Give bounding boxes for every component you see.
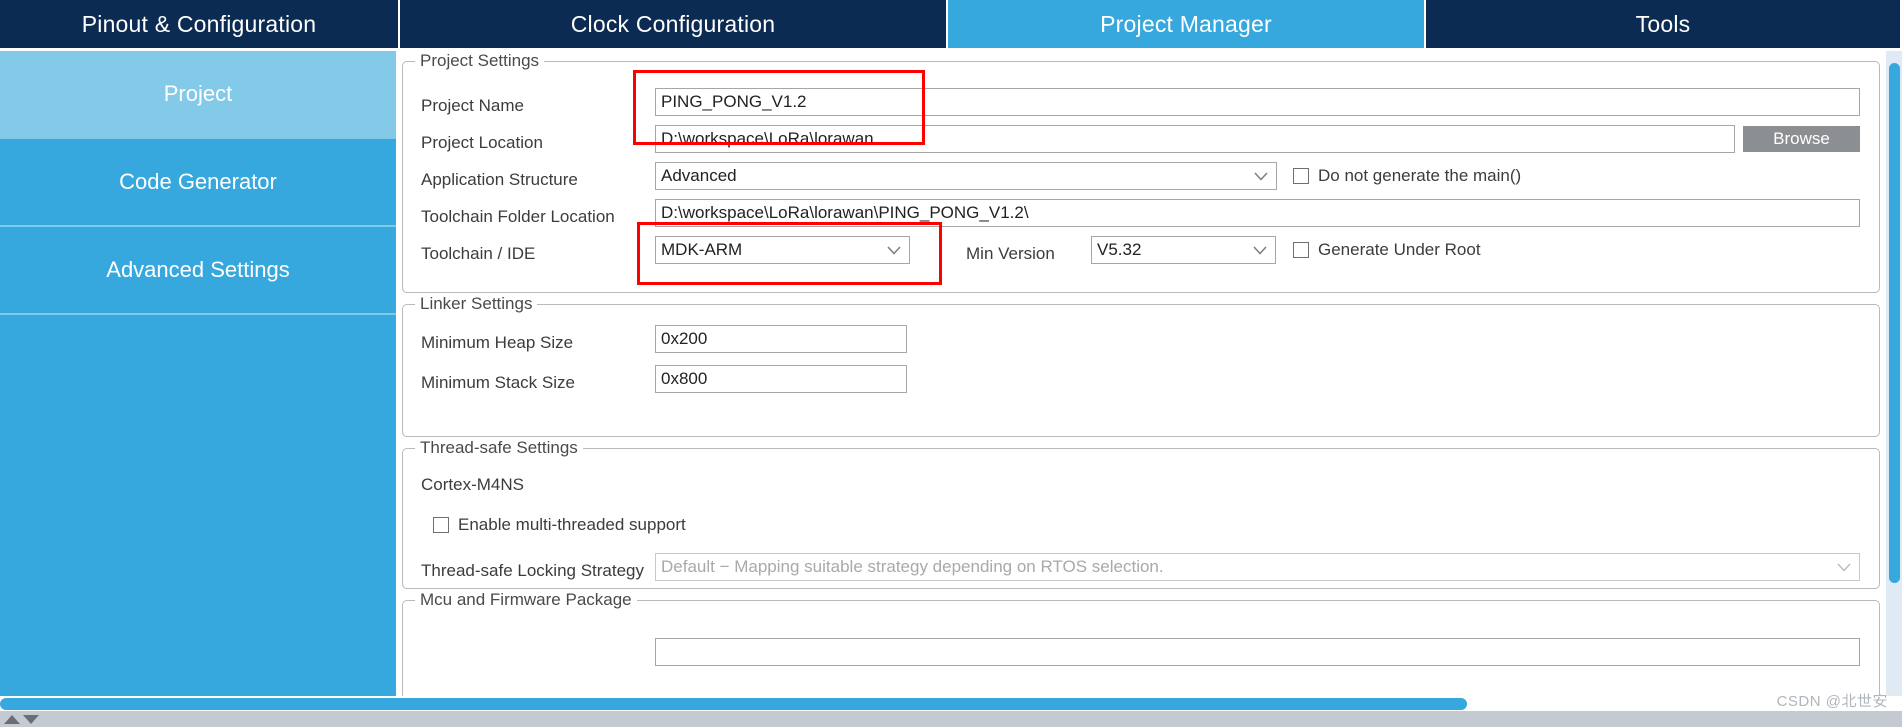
minimum-heap-size-input[interactable]: 0x200: [655, 325, 907, 353]
sidebar-item-project[interactable]: Project: [0, 51, 396, 139]
enable-multithreaded-support-checkbox[interactable]: [433, 517, 449, 533]
browse-button[interactable]: Browse: [1743, 126, 1860, 152]
group-mcu-firmware-package-title: Mcu and Firmware Package: [415, 590, 637, 610]
minimum-heap-size-value: 0x200: [661, 329, 708, 348]
group-thread-safe-settings: Thread-safe Settings Cortex-M4NS Enable …: [402, 438, 1880, 589]
project-location-input[interactable]: D:\workspace\LoRa\lorawan: [655, 125, 1735, 153]
toolchain-ide-select[interactable]: MDK-ARM: [655, 236, 910, 264]
thread-safe-locking-strategy-value: Default − Mapping suitable strategy depe…: [661, 557, 1164, 576]
group-linker-settings-title: Linker Settings: [415, 294, 538, 314]
vertical-scrollbar-thumb[interactable]: [1889, 63, 1900, 583]
mcu-reference-input[interactable]: [655, 638, 1860, 666]
tab-tools-label: Tools: [1635, 10, 1691, 37]
sidebar-item-code-generator[interactable]: Code Generator: [0, 139, 396, 227]
group-project-settings: Project Settings Project Name PING_PONG_…: [402, 51, 1880, 293]
enable-multithreaded-support-label: Enable multi-threaded support: [458, 515, 686, 534]
watermark-text: CSDN @北世安: [1776, 693, 1888, 710]
vertical-scrollbar-track[interactable]: [1886, 51, 1902, 703]
group-thread-safe-settings-title: Thread-safe Settings: [415, 438, 583, 458]
chevron-down-icon: [1837, 554, 1851, 580]
generate-under-root-checkbox-row[interactable]: Generate Under Root: [1293, 240, 1481, 260]
sidebar-item-project-label: Project: [163, 81, 233, 106]
project-location-value: D:\workspace\LoRa\lorawan: [661, 129, 874, 148]
generate-under-root-checkbox[interactable]: [1293, 242, 1309, 258]
chevron-down-icon: [887, 237, 901, 263]
minimum-stack-size-input[interactable]: 0x800: [655, 365, 907, 393]
minimum-stack-size-label: Minimum Stack Size: [421, 373, 575, 392]
min-version-value: V5.32: [1097, 240, 1142, 259]
do-not-generate-main-label: Do not generate the main(): [1318, 166, 1522, 185]
horizontal-scrollbar-thumb[interactable]: [0, 698, 1467, 710]
horizontal-scrollbar-track[interactable]: [0, 696, 1902, 711]
group-project-settings-title: Project Settings: [415, 51, 545, 71]
do-not-generate-main-checkbox[interactable]: [1293, 168, 1309, 184]
tab-pinout-configuration[interactable]: Pinout & Configuration: [0, 0, 400, 48]
main-tab-bar: Pinout & Configuration Clock Configurati…: [0, 0, 1902, 48]
tab-project-manager-label: Project Manager: [1100, 10, 1272, 37]
toolchain-ide-value: MDK-ARM: [661, 240, 743, 259]
toolchain-folder-location-input[interactable]: D:\workspace\LoRa\lorawan\PING_PONG_V1.2…: [655, 199, 1860, 227]
project-name-value: PING_PONG_V1.2: [661, 92, 807, 111]
cortex-core-label: Cortex-M4NS: [421, 475, 524, 494]
sidebar-item-advanced-settings[interactable]: Advanced Settings: [0, 227, 396, 315]
do-not-generate-main-checkbox-row[interactable]: Do not generate the main(): [1293, 166, 1521, 186]
project-location-label: Project Location: [421, 133, 543, 152]
tab-pinout-configuration-label: Pinout & Configuration: [81, 10, 317, 37]
enable-multithreaded-support-checkbox-row[interactable]: Enable multi-threaded support: [433, 515, 686, 535]
arrow-up-icon[interactable]: [4, 714, 20, 724]
tab-tools[interactable]: Tools: [1426, 0, 1900, 48]
min-version-label: Min Version: [966, 244, 1055, 263]
scroll-arrows-group[interactable]: [4, 711, 39, 727]
application-structure-label: Application Structure: [421, 170, 578, 189]
toolchain-ide-label: Toolchain / IDE: [421, 244, 536, 263]
arrow-down-icon[interactable]: [23, 714, 39, 724]
project-manager-sidebar: Project Code Generator Advanced Settings: [0, 51, 396, 703]
minimum-heap-size-label: Minimum Heap Size: [421, 333, 574, 352]
chevron-down-icon: [1254, 163, 1268, 189]
bottom-status-strip: [0, 711, 1902, 727]
group-mcu-firmware-package: Mcu and Firmware Package: [402, 590, 1880, 703]
toolchain-folder-location-value: D:\workspace\LoRa\lorawan\PING_PONG_V1.2…: [661, 203, 1029, 222]
thread-safe-locking-strategy-select[interactable]: Default − Mapping suitable strategy depe…: [655, 553, 1860, 581]
application-structure-select[interactable]: Advanced: [655, 162, 1277, 190]
group-linker-settings: Linker Settings Minimum Heap Size 0x200 …: [402, 294, 1880, 437]
stm32cubemx-window: Pinout & Configuration Clock Configurati…: [0, 0, 1902, 727]
tab-clock-configuration-label: Clock Configuration: [570, 10, 776, 37]
thread-safe-locking-strategy-label: Thread-safe Locking Strategy: [421, 561, 645, 580]
browse-button-label: Browse: [1773, 129, 1830, 148]
toolchain-folder-location-label: Toolchain Folder Location: [421, 207, 615, 226]
project-name-label: Project Name: [421, 96, 524, 115]
tab-project-manager[interactable]: Project Manager: [948, 0, 1426, 48]
sidebar-item-advanced-settings-label: Advanced Settings: [106, 257, 290, 282]
min-version-select[interactable]: V5.32: [1091, 236, 1276, 264]
chevron-down-icon: [1253, 237, 1267, 263]
minimum-stack-size-value: 0x800: [661, 369, 708, 388]
generate-under-root-label: Generate Under Root: [1318, 240, 1481, 259]
cortex-core-row: Cortex-M4NS: [421, 469, 721, 501]
application-structure-value: Advanced: [661, 166, 737, 185]
project-settings-panel: Project Settings Project Name PING_PONG_…: [398, 51, 1902, 703]
sidebar-item-code-generator-label: Code Generator: [119, 169, 277, 194]
project-name-input[interactable]: PING_PONG_V1.2: [655, 88, 1860, 116]
tab-clock-configuration[interactable]: Clock Configuration: [400, 0, 948, 48]
